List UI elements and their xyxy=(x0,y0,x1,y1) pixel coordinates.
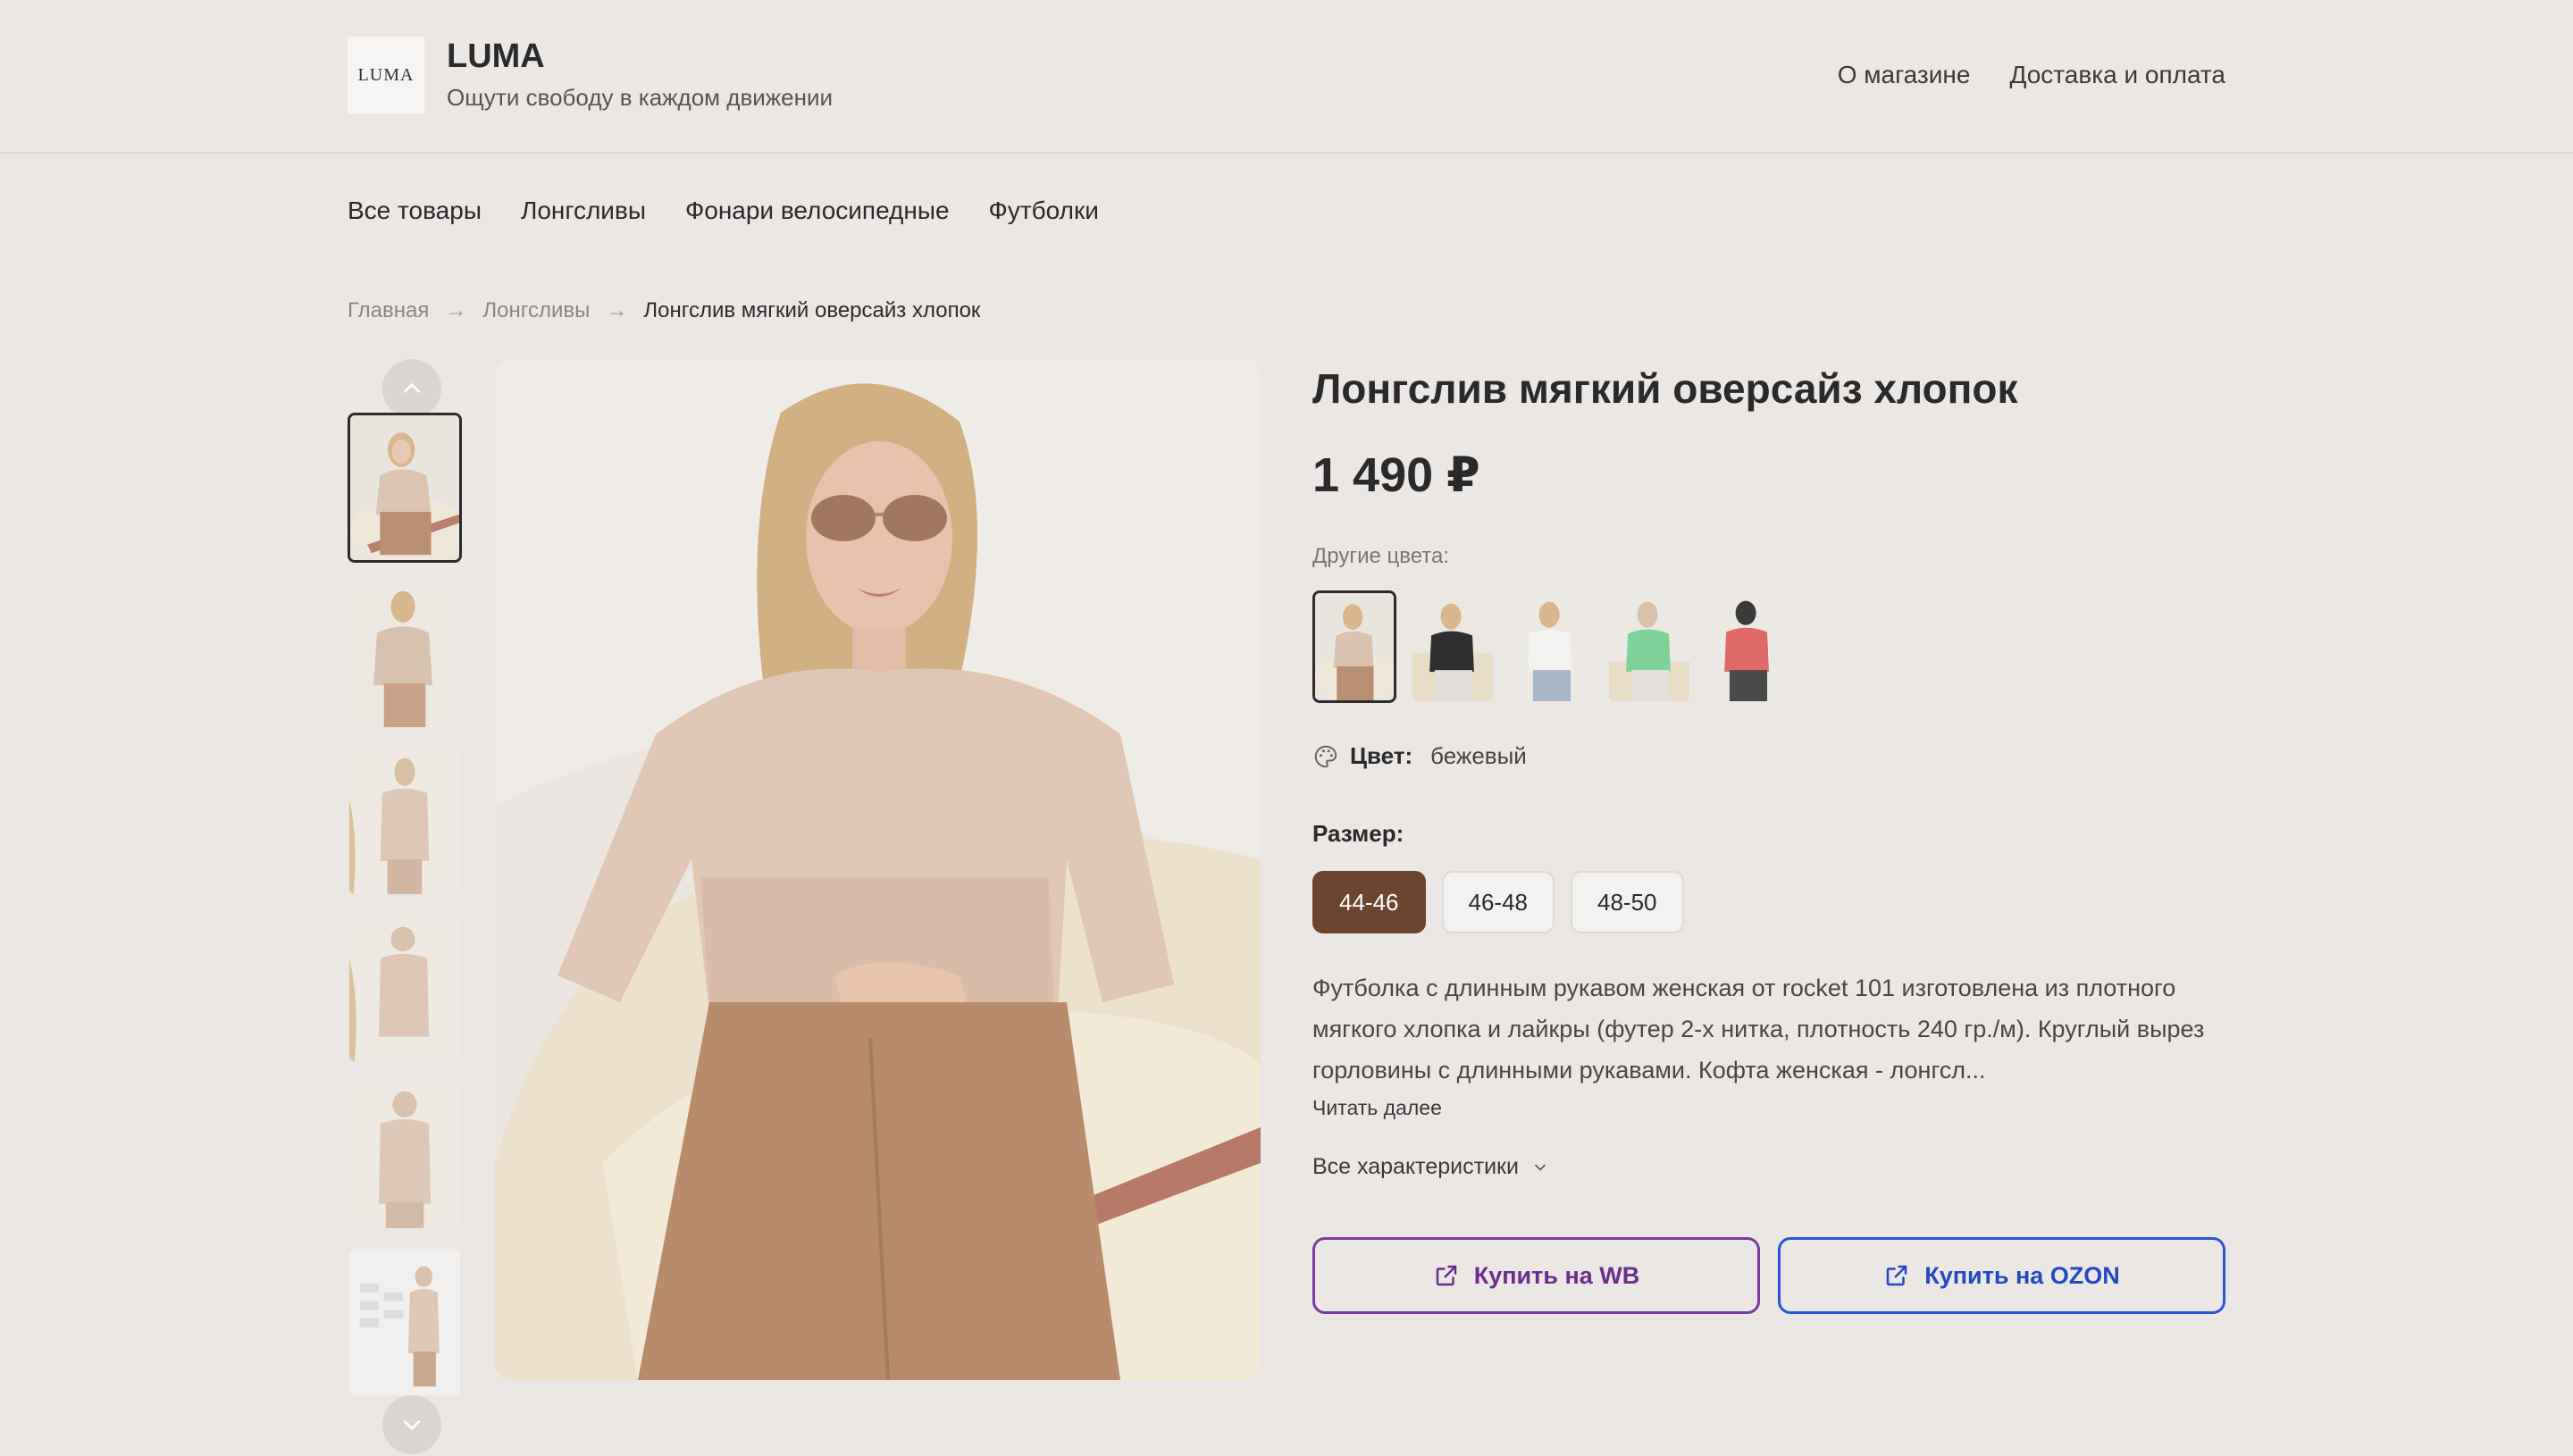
category-bike-lights[interactable]: Фонари велосипедные xyxy=(685,197,950,225)
buy-ozon-label: Купить на OZON xyxy=(1924,1261,2120,1289)
top-nav: О магазине Доставка и оплата xyxy=(1838,61,2225,89)
buy-wb-button[interactable]: Купить на WB xyxy=(1312,1237,1760,1314)
breadcrumb-category[interactable]: Лонгсливы xyxy=(482,298,590,323)
size-label: Размер: xyxy=(1312,820,1404,847)
read-more-link[interactable]: Читать далее xyxy=(1312,1096,2225,1120)
nav-delivery[interactable]: Доставка и оплата xyxy=(2009,61,2225,89)
breadcrumb: Главная → Лонгсливы → Лонгслив мягкий ов… xyxy=(348,298,980,323)
brand-tagline: Ощути свободу в каждом движении xyxy=(447,84,834,111)
color-value: бежевый xyxy=(1430,742,1527,769)
color-swatches xyxy=(1312,590,2225,703)
size-options: 44-46 46-48 48-50 xyxy=(1312,871,2225,933)
chevron-down-icon xyxy=(404,1420,420,1431)
palette-icon xyxy=(1314,745,1337,767)
thumbs-down-button[interactable] xyxy=(382,1395,441,1454)
product-title: Лонгслив мягкий оверсайз хлопок xyxy=(1312,365,2018,412)
breadcrumb-arrow-icon: → xyxy=(606,298,628,322)
size-option-48-50[interactable]: 48-50 xyxy=(1571,871,1684,933)
color-swatch-beige[interactable] xyxy=(1312,590,1396,703)
color-swatch-black[interactable] xyxy=(1411,590,1495,703)
buy-ozon-button[interactable]: Купить на OZON xyxy=(1778,1237,2225,1314)
chevron-up-icon xyxy=(404,382,420,393)
category-nav: Все товары Лонгсливы Фонари велосипедные… xyxy=(348,197,1099,225)
thumbnail-strip xyxy=(348,359,464,1456)
all-specs-toggle[interactable]: Все характеристики xyxy=(1312,1154,2225,1180)
category-all[interactable]: Все товары xyxy=(348,197,482,225)
external-link-icon xyxy=(1436,1265,1456,1286)
logo[interactable]: LUMA xyxy=(348,37,424,113)
buy-buttons: Купить на WB Купить на OZON xyxy=(1312,1237,2225,1314)
breadcrumb-arrow-icon: → xyxy=(445,298,467,322)
thumbnail-2[interactable] xyxy=(348,579,462,729)
category-longsleeves[interactable]: Лонгсливы xyxy=(521,197,646,225)
chevron-down-icon xyxy=(1535,1164,1546,1171)
site-header: LUMA LUMA Ощути свободу в каждом движени… xyxy=(0,0,2573,154)
product-photo xyxy=(495,359,1261,1380)
buy-wb-label: Купить на WB xyxy=(1473,1261,1640,1289)
size-option-46-48[interactable]: 46-48 xyxy=(1441,871,1555,933)
breadcrumb-current: Лонгслив мягкий оверсайз хлопок xyxy=(643,298,981,322)
brand-name[interactable]: LUMA xyxy=(447,38,545,76)
color-swatch-white[interactable] xyxy=(1509,590,1593,703)
thumbnail-4[interactable] xyxy=(348,913,462,1063)
external-link-icon xyxy=(1886,1265,1907,1286)
all-specs-label: Все характеристики xyxy=(1312,1154,1519,1179)
logo-text: LUMA xyxy=(357,64,415,85)
thumbs-up-button[interactable] xyxy=(382,359,441,418)
main-product-image[interactable] xyxy=(495,359,1261,1380)
color-row: Цвет: бежевый xyxy=(1312,742,2225,770)
product-price: 1 490 ₽ xyxy=(1312,448,1480,502)
nav-about[interactable]: О магазине xyxy=(1838,61,1971,89)
thumbnail-6[interactable] xyxy=(348,1247,462,1397)
product-description: Футболка с длинным рукавом женская от ro… xyxy=(1312,975,2205,1084)
product-info: Лонгслив мягкий оверсайз хлопок 1 490 ₽ … xyxy=(1312,359,2225,1314)
size-option-44-46[interactable]: 44-46 xyxy=(1312,871,1426,933)
thumbnail-3[interactable] xyxy=(348,746,462,896)
thumbnail-1[interactable] xyxy=(348,413,462,563)
category-tshirts[interactable]: Футболки xyxy=(989,197,1099,225)
breadcrumb-home[interactable]: Главная xyxy=(348,298,429,323)
thumbnail-5[interactable] xyxy=(348,1080,462,1230)
other-colors-label: Другие цвета: xyxy=(1312,544,1450,568)
color-swatch-coral[interactable] xyxy=(1706,590,1789,703)
color-label: Цвет: xyxy=(1350,742,1413,769)
color-swatch-green[interactable] xyxy=(1607,590,1691,703)
